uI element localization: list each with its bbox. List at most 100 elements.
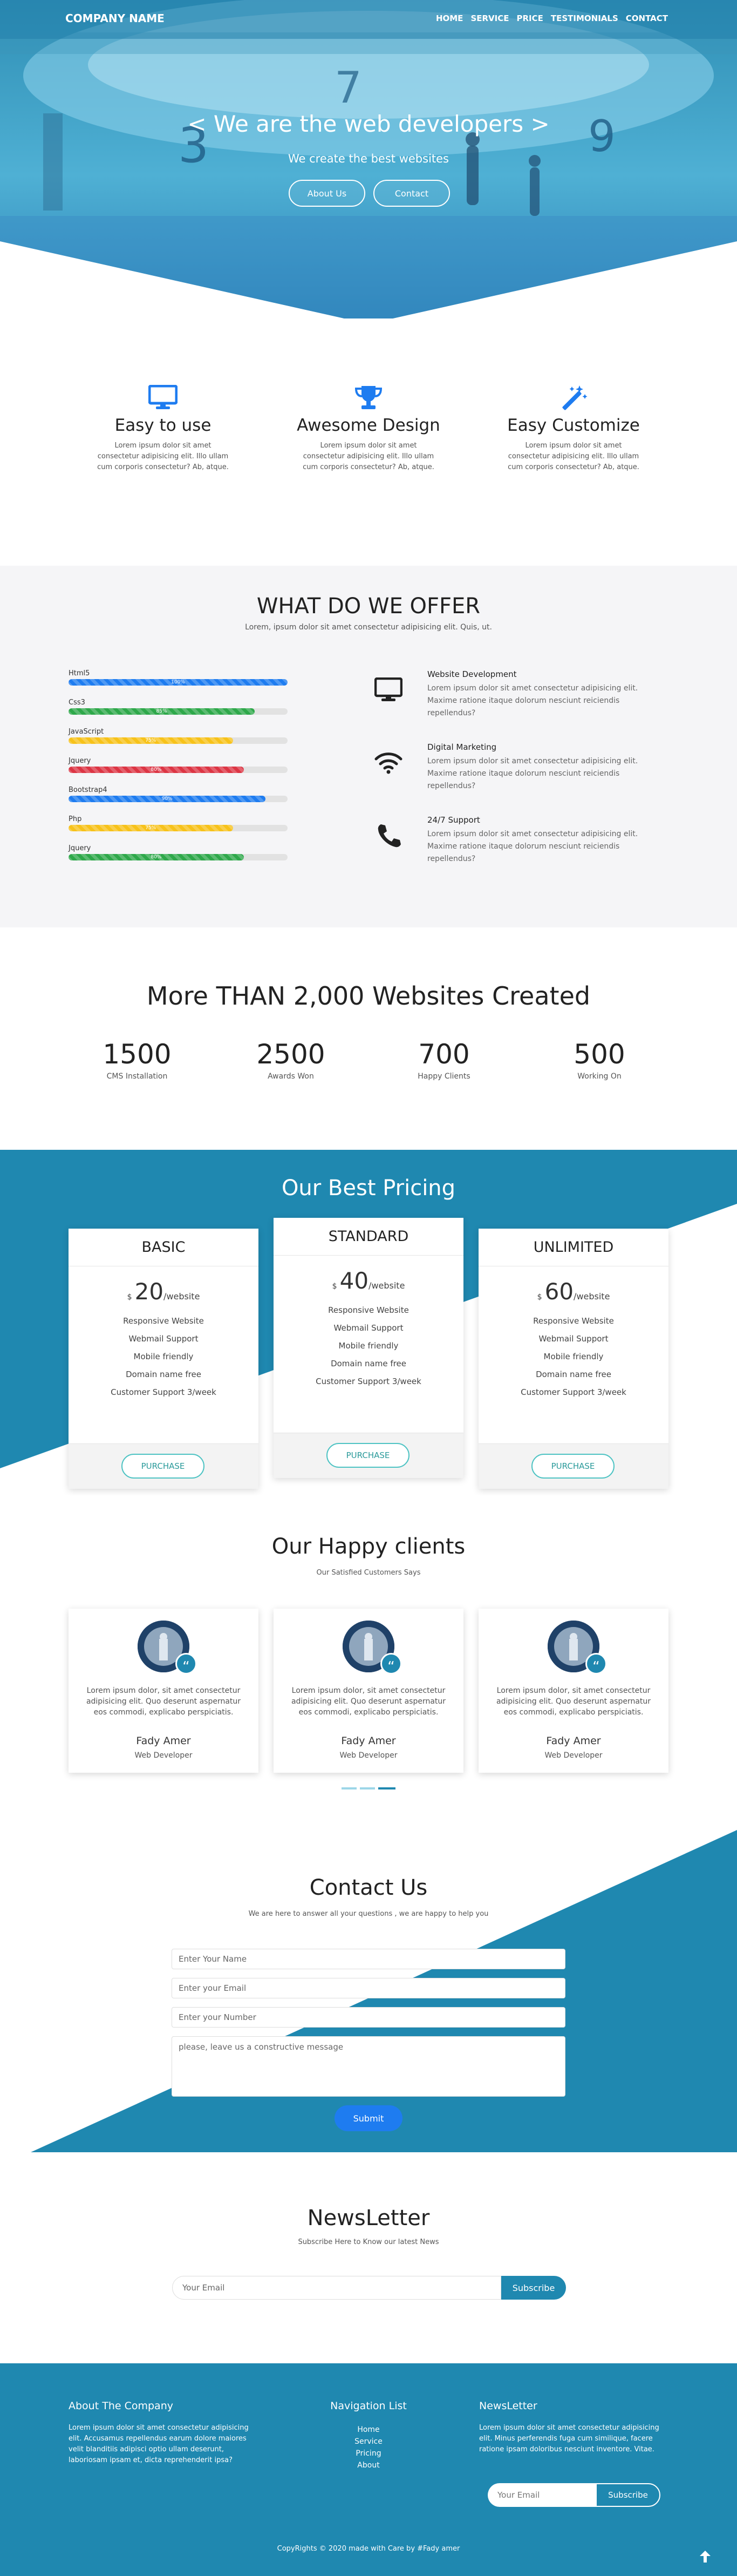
contact-section: Contact Us We are here to answer all you… [0, 1830, 737, 2154]
plan-name: BASIC [69, 1229, 258, 1266]
plan-feature: Customer Support 3/week [316, 1377, 421, 1386]
offer-section: WHAT DO WE OFFER Lorem, ipsum dolor sit … [0, 566, 737, 927]
service-text: Lorem ipsum dolor sit amet consectetur a… [427, 757, 638, 790]
stat-label: CMS Installation [106, 1072, 168, 1081]
stats-title: More THAN 2,000 Websites Created [146, 981, 591, 1011]
progress-fill: 100% [69, 679, 288, 686]
carousel-dot-active[interactable] [378, 1787, 395, 1789]
nav-link-price[interactable]: PRICE [516, 13, 543, 23]
progress-track: 100% [69, 679, 288, 686]
hero-section: 3 9 7 < We are the web developers > We c… [0, 0, 737, 318]
price-currency: $ [127, 1293, 132, 1301]
skill-name: Php [69, 815, 82, 823]
skill-bar: Css3 85% [69, 699, 288, 715]
submit-button[interactable]: Submit [335, 2105, 402, 2131]
nav-link-service[interactable]: SERVICE [470, 13, 509, 23]
feature-easy-customize: Easy Customize Lorem ipsum dolor sit ame… [484, 383, 663, 473]
progress-fill: 85% [69, 708, 255, 715]
price-period: /website [163, 1291, 200, 1301]
brand-logo[interactable]: COMPANY NAME [65, 12, 165, 25]
newsletter-subscribe-button[interactable]: Subscribe [501, 2276, 566, 2300]
carousel-dot[interactable] [360, 1787, 375, 1789]
client-role: Web Developer [544, 1751, 603, 1760]
testimonial-quote: Lorem ipsum dolor, sit amet consectetur … [291, 1686, 446, 1717]
feature-text: Lorem ipsum dolor sit amet consectetur a… [97, 442, 229, 471]
progress-track: 80% [69, 767, 288, 773]
nav-link-home[interactable]: HOME [436, 13, 463, 23]
footer-email-input[interactable]: Your Email [488, 2483, 596, 2507]
service-text: Lorem ipsum dolor sit amet consectetur a… [427, 830, 638, 863]
feature-title: Easy to use [114, 416, 211, 435]
client-name: Fady Amer [136, 1735, 191, 1747]
contact-button[interactable]: Contact [373, 180, 450, 207]
progress-fill: 90% [69, 796, 266, 802]
monitor-icon [74, 383, 252, 411]
quote-icon: “ [380, 1653, 402, 1675]
footer-link-about[interactable]: About [302, 2459, 435, 2471]
progress-fill: 80% [69, 767, 244, 773]
skill-name: JavaScript [69, 728, 104, 736]
about-us-button[interactable]: About Us [289, 180, 365, 207]
pricing-card-basic: BASIC $ 20/website Responsive Website We… [69, 1229, 258, 1489]
service-digital-marketing: Digital Marketing Lorem ipsum dolor sit … [373, 742, 665, 792]
progress-track: 75% [69, 737, 288, 744]
footer-link-home[interactable]: Home [302, 2424, 435, 2436]
email-input[interactable]: Enter your Email [172, 1978, 565, 1998]
purchase-button[interactable]: PURCHASE [326, 1443, 410, 1468]
hero-subtitle: We create the best websites [288, 152, 449, 165]
service-website-development: Website Development Lorem ipsum dolor si… [373, 669, 665, 720]
footer-link-service[interactable]: Service [302, 2436, 435, 2448]
testimonial-card: “ Lorem ipsum dolor, sit amet consectetu… [69, 1609, 258, 1773]
feature-text: Lorem ipsum dolor sit amet consectetur a… [508, 442, 639, 471]
stat-label: Working On [577, 1072, 622, 1081]
plan-feature: Mobile friendly [133, 1352, 194, 1361]
plan-footer: PURCHASE [274, 1433, 463, 1478]
clients-subtitle: Our Satisfied Customers Says [316, 1569, 421, 1577]
service-title: Digital Marketing [427, 742, 497, 752]
hero-title: < We are the web developers > [187, 111, 550, 137]
plan-name: UNLIMITED [479, 1229, 668, 1266]
price-period: /website [368, 1280, 405, 1291]
testimonial-card: “ Lorem ipsum dolor, sit amet consectetu… [274, 1609, 463, 1773]
plan-feature: Domain name free [536, 1370, 611, 1379]
plan-feature: Domain name free [331, 1359, 406, 1368]
scroll-to-top-icon[interactable] [696, 2547, 714, 2566]
plan-footer: PURCHASE [69, 1443, 258, 1489]
footer-newsletter-title: NewsLetter [479, 2400, 537, 2412]
svg-text:7: 7 [335, 63, 362, 113]
progress-track: 75% [69, 825, 288, 831]
footer-nav-list: Home Service Pricing About [302, 2424, 435, 2471]
plan-feature: Responsive Website [328, 1305, 409, 1315]
message-textarea[interactable]: please, leave us a constructive message [172, 2036, 565, 2097]
number-input[interactable]: Enter your Number [172, 2007, 565, 2028]
client-role: Web Developer [134, 1751, 193, 1760]
magic-wand-icon [484, 383, 663, 411]
price-period: /website [574, 1291, 610, 1301]
feature-easy-to-use: Easy to use Lorem ipsum dolor sit amet c… [74, 383, 252, 473]
purchase-button[interactable]: PURCHASE [531, 1454, 615, 1479]
newsletter-email-input[interactable]: Your Email [172, 2276, 501, 2300]
carousel-dot[interactable] [342, 1787, 357, 1789]
quote-icon: “ [175, 1653, 197, 1675]
feature-title: Awesome Design [297, 416, 440, 435]
newsletter-subtitle: Subscribe Here to Know our latest News [298, 2238, 439, 2246]
stat-working-on: 500 Working On [535, 1039, 664, 1081]
footer-link-pricing[interactable]: Pricing [302, 2448, 435, 2459]
pricing-section: Our Best Pricing BASIC $ 20/website Resp… [0, 1150, 737, 1495]
client-name: Fady Amer [546, 1735, 601, 1747]
footer-subscribe-button[interactable]: Subscribe [596, 2483, 660, 2507]
skill-name: Html5 [69, 669, 90, 677]
price-currency: $ [332, 1282, 337, 1291]
skill-bar: JavaScript 75% [69, 728, 288, 744]
footer-about-text: Lorem ipsum dolor sit amet consectetur a… [69, 2424, 249, 2464]
feature-text: Lorem ipsum dolor sit amet consectetur a… [303, 442, 434, 471]
stat-value: 500 [574, 1039, 625, 1070]
purchase-button[interactable]: PURCHASE [121, 1454, 204, 1479]
plan-feature: Customer Support 3/week [111, 1387, 216, 1397]
name-input[interactable]: Enter Your Name [172, 1949, 565, 1969]
nav-link-testimonials[interactable]: TESTIMONIALS [551, 13, 618, 23]
nav-link-contact[interactable]: CONTACT [626, 13, 668, 23]
plan-price: $ 60/website [479, 1278, 668, 1305]
plan-footer: PURCHASE [479, 1443, 668, 1489]
testimonial-quote: Lorem ipsum dolor, sit amet consectetur … [86, 1686, 241, 1717]
